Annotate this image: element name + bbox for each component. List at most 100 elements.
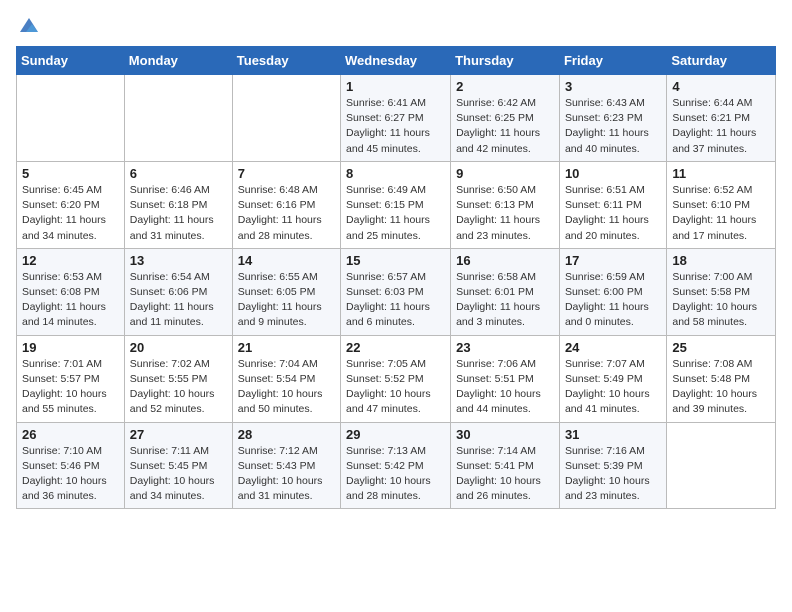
calendar-table: SundayMondayTuesdayWednesdayThursdayFrid… xyxy=(16,46,776,509)
calendar-cell xyxy=(124,75,232,162)
day-number: 9 xyxy=(456,166,554,181)
day-info: Sunrise: 7:11 AM Sunset: 5:45 PM Dayligh… xyxy=(130,444,227,505)
calendar-cell: 25 Sunrise: 7:08 AM Sunset: 5:48 PM Dayli… xyxy=(667,335,776,422)
day-info: Sunrise: 6:42 AM Sunset: 6:25 PM Dayligh… xyxy=(456,96,554,157)
day-info: Sunrise: 6:45 AM Sunset: 6:20 PM Dayligh… xyxy=(22,183,119,244)
day-number: 15 xyxy=(346,253,445,268)
day-number: 31 xyxy=(565,427,661,442)
day-number: 5 xyxy=(22,166,119,181)
calendar-cell: 11Sunrise: 6:52 AM Sunset: 6:10 PM Dayli… xyxy=(667,161,776,248)
calendar-cell xyxy=(667,422,776,509)
day-number: 28 xyxy=(238,427,335,442)
calendar-cell: 1 Sunrise: 6:41 AM Sunset: 6:27 PM Daylig… xyxy=(341,75,451,162)
calendar-cell: 6 Sunrise: 6:46 AM Sunset: 6:18 PM Daylig… xyxy=(124,161,232,248)
day-number: 1 xyxy=(346,79,445,94)
day-number: 25 xyxy=(672,340,770,355)
day-info: Sunrise: 7:05 AM Sunset: 5:52 PM Dayligh… xyxy=(346,357,445,418)
calendar-header-row: SundayMondayTuesdayWednesdayThursdayFrid… xyxy=(17,47,776,75)
day-header-sunday: Sunday xyxy=(17,47,125,75)
calendar-cell: 21 Sunrise: 7:04 AM Sunset: 5:54 PM Dayli… xyxy=(232,335,340,422)
calendar-cell: 24Sunrise: 7:07 AM Sunset: 5:49 PM Dayli… xyxy=(559,335,666,422)
calendar-cell: 10 Sunrise: 6:51 AM Sunset: 6:11 PM Dayli… xyxy=(559,161,666,248)
calendar-cell xyxy=(17,75,125,162)
calendar-week-row: 26 Sunrise: 7:10 AM Sunset: 5:46 PM Dayli… xyxy=(17,422,776,509)
day-info: Sunrise: 7:06 AM Sunset: 5:51 PM Dayligh… xyxy=(456,357,554,418)
day-number: 22 xyxy=(346,340,445,355)
day-info: Sunrise: 6:57 AM Sunset: 6:03 PM Dayligh… xyxy=(346,270,445,331)
day-header-thursday: Thursday xyxy=(451,47,560,75)
day-info: Sunrise: 6:41 AM Sunset: 6:27 PM Dayligh… xyxy=(346,96,445,157)
day-info: Sunrise: 7:07 AM Sunset: 5:49 PM Dayligh… xyxy=(565,357,661,418)
calendar-cell: 2 Sunrise: 6:42 AM Sunset: 6:25 PM Daylig… xyxy=(451,75,560,162)
day-number: 27 xyxy=(130,427,227,442)
calendar-cell: 29Sunrise: 7:13 AM Sunset: 5:42 PM Dayli… xyxy=(341,422,451,509)
calendar-cell: 12 Sunrise: 6:53 AM Sunset: 6:08 PM Dayli… xyxy=(17,248,125,335)
day-number: 21 xyxy=(238,340,335,355)
day-number: 17 xyxy=(565,253,661,268)
calendar-cell: 14 Sunrise: 6:55 AM Sunset: 6:05 PM Dayli… xyxy=(232,248,340,335)
logo xyxy=(16,12,40,36)
day-info: Sunrise: 6:50 AM Sunset: 6:13 PM Dayligh… xyxy=(456,183,554,244)
day-number: 20 xyxy=(130,340,227,355)
calendar-cell xyxy=(232,75,340,162)
day-number: 8 xyxy=(346,166,445,181)
calendar-cell: 19Sunrise: 7:01 AM Sunset: 5:57 PM Dayli… xyxy=(17,335,125,422)
calendar-cell: 18 Sunrise: 7:00 AM Sunset: 5:58 PM Dayli… xyxy=(667,248,776,335)
calendar-week-row: 12 Sunrise: 6:53 AM Sunset: 6:08 PM Dayli… xyxy=(17,248,776,335)
day-info: Sunrise: 6:51 AM Sunset: 6:11 PM Dayligh… xyxy=(565,183,661,244)
day-info: Sunrise: 6:49 AM Sunset: 6:15 PM Dayligh… xyxy=(346,183,445,244)
day-number: 26 xyxy=(22,427,119,442)
day-info: Sunrise: 6:53 AM Sunset: 6:08 PM Dayligh… xyxy=(22,270,119,331)
calendar-cell: 28 Sunrise: 7:12 AM Sunset: 5:43 PM Dayli… xyxy=(232,422,340,509)
day-number: 30 xyxy=(456,427,554,442)
day-info: Sunrise: 7:04 AM Sunset: 5:54 PM Dayligh… xyxy=(238,357,335,418)
calendar-cell: 8 Sunrise: 6:49 AM Sunset: 6:15 PM Daylig… xyxy=(341,161,451,248)
day-info: Sunrise: 7:00 AM Sunset: 5:58 PM Dayligh… xyxy=(672,270,770,331)
day-info: Sunrise: 6:55 AM Sunset: 6:05 PM Dayligh… xyxy=(238,270,335,331)
calendar-cell: 30Sunrise: 7:14 AM Sunset: 5:41 PM Dayli… xyxy=(451,422,560,509)
calendar-week-row: 19Sunrise: 7:01 AM Sunset: 5:57 PM Dayli… xyxy=(17,335,776,422)
day-number: 12 xyxy=(22,253,119,268)
day-info: Sunrise: 7:08 AM Sunset: 5:48 PM Dayligh… xyxy=(672,357,770,418)
day-number: 29 xyxy=(346,427,445,442)
day-header-wednesday: Wednesday xyxy=(341,47,451,75)
day-info: Sunrise: 6:59 AM Sunset: 6:00 PM Dayligh… xyxy=(565,270,661,331)
calendar-week-row: 1 Sunrise: 6:41 AM Sunset: 6:27 PM Daylig… xyxy=(17,75,776,162)
day-number: 14 xyxy=(238,253,335,268)
calendar-cell: 22 Sunrise: 7:05 AM Sunset: 5:52 PM Dayli… xyxy=(341,335,451,422)
day-number: 2 xyxy=(456,79,554,94)
day-info: Sunrise: 6:46 AM Sunset: 6:18 PM Dayligh… xyxy=(130,183,227,244)
day-number: 13 xyxy=(130,253,227,268)
calendar-week-row: 5 Sunrise: 6:45 AM Sunset: 6:20 PM Daylig… xyxy=(17,161,776,248)
calendar-cell: 27 Sunrise: 7:11 AM Sunset: 5:45 PM Dayli… xyxy=(124,422,232,509)
day-number: 6 xyxy=(130,166,227,181)
day-info: Sunrise: 7:16 AM Sunset: 5:39 PM Dayligh… xyxy=(565,444,661,505)
calendar-cell: 16 Sunrise: 6:58 AM Sunset: 6:01 PM Dayli… xyxy=(451,248,560,335)
day-info: Sunrise: 7:10 AM Sunset: 5:46 PM Dayligh… xyxy=(22,444,119,505)
day-number: 3 xyxy=(565,79,661,94)
day-info: Sunrise: 7:02 AM Sunset: 5:55 PM Dayligh… xyxy=(130,357,227,418)
page-header xyxy=(16,12,776,36)
day-info: Sunrise: 6:58 AM Sunset: 6:01 PM Dayligh… xyxy=(456,270,554,331)
day-header-friday: Friday xyxy=(559,47,666,75)
day-number: 16 xyxy=(456,253,554,268)
calendar-cell: 4 Sunrise: 6:44 AM Sunset: 6:21 PM Daylig… xyxy=(667,75,776,162)
calendar-cell: 17 Sunrise: 6:59 AM Sunset: 6:00 PM Dayli… xyxy=(559,248,666,335)
day-number: 4 xyxy=(672,79,770,94)
day-number: 23 xyxy=(456,340,554,355)
logo-icon xyxy=(18,14,40,36)
day-info: Sunrise: 7:12 AM Sunset: 5:43 PM Dayligh… xyxy=(238,444,335,505)
calendar-cell: 20 Sunrise: 7:02 AM Sunset: 5:55 PM Dayli… xyxy=(124,335,232,422)
day-number: 10 xyxy=(565,166,661,181)
calendar-page: SundayMondayTuesdayWednesdayThursdayFrid… xyxy=(0,0,792,612)
day-number: 7 xyxy=(238,166,335,181)
day-info: Sunrise: 6:44 AM Sunset: 6:21 PM Dayligh… xyxy=(672,96,770,157)
day-info: Sunrise: 6:52 AM Sunset: 6:10 PM Dayligh… xyxy=(672,183,770,244)
day-number: 18 xyxy=(672,253,770,268)
calendar-cell: 7Sunrise: 6:48 AM Sunset: 6:16 PM Daylig… xyxy=(232,161,340,248)
calendar-cell: 15 Sunrise: 6:57 AM Sunset: 6:03 PM Dayli… xyxy=(341,248,451,335)
calendar-cell: 23 Sunrise: 7:06 AM Sunset: 5:51 PM Dayli… xyxy=(451,335,560,422)
day-header-saturday: Saturday xyxy=(667,47,776,75)
calendar-cell: 26 Sunrise: 7:10 AM Sunset: 5:46 PM Dayli… xyxy=(17,422,125,509)
day-header-monday: Monday xyxy=(124,47,232,75)
